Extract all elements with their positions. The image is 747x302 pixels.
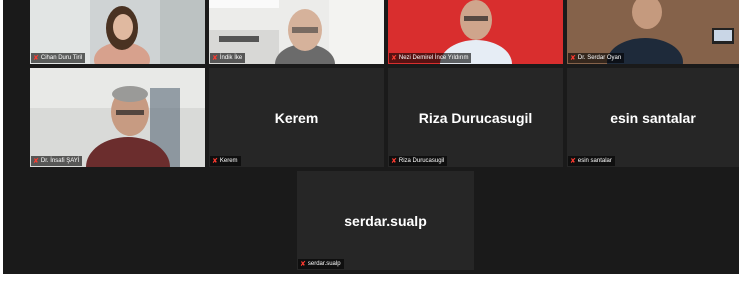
mic-muted-icon: ✘ <box>33 54 39 62</box>
mic-muted-icon: ✘ <box>570 54 576 62</box>
participant-name: Riza Durucasugil <box>398 158 445 164</box>
participant-display-name: esin santalar <box>610 109 696 126</box>
mic-muted-icon: ✘ <box>391 54 397 62</box>
participant-name-tag: ✘ Nezi Demirel İnce Yıldırım <box>389 53 472 63</box>
participant-name: esin santalar <box>577 158 612 164</box>
participant-name: Dr. Serdar Oyan <box>577 55 622 61</box>
participant-name: Kerem <box>219 158 238 164</box>
participant-name-tag: ✘ Dr. İnsafi ŞAYİ <box>31 156 83 166</box>
video-tile-serdar-oyan[interactable]: ✘ Dr. Serdar Oyan <box>567 0 739 64</box>
video-tile-cihan[interactable]: ✘ Cihan Duru Tiril <box>30 0 205 64</box>
video-tile-nezi[interactable]: ✘ Nezi Demirel İnce Yıldırım <box>388 0 563 64</box>
participant-name-tag: ✘ serdar.sualp <box>298 259 344 269</box>
participant-display-name: Riza Durucasugil <box>418 109 533 126</box>
participant-name-tag: ✘ İndik İke <box>210 53 246 63</box>
video-tile-esin[interactable]: esin santalar ✘ esin santalar <box>567 68 739 167</box>
video-tile-kerem[interactable]: Kerem ✘ Kerem <box>209 68 384 167</box>
video-tile-indik[interactable]: ✘ İndik İke <box>209 0 384 64</box>
participant-name: Dr. İnsafi ŞAYİ <box>40 158 80 164</box>
video-tile-insafi[interactable]: ✘ Dr. İnsafi ŞAYİ <box>30 68 205 167</box>
video-tile-serdar-sualp[interactable]: serdar.sualp ✘ serdar.sualp <box>297 171 474 270</box>
participant-name-tag: ✘ esin santalar <box>568 156 615 166</box>
participant-name-tag: ✘ Kerem <box>210 156 241 166</box>
participant-name-tag: ✘ Riza Durucasugil <box>389 156 448 166</box>
participant-display-name: serdar.sualp <box>344 212 427 229</box>
participant-name-tag: ✘ Dr. Serdar Oyan <box>568 53 625 63</box>
mic-muted-icon: ✘ <box>212 157 218 165</box>
participant-video <box>30 68 205 167</box>
participant-name: İndik İke <box>219 55 243 61</box>
mic-muted-icon: ✘ <box>570 157 576 165</box>
video-tile-riza[interactable]: Riza Durucasugil ✘ Riza Durucasugil <box>388 68 563 167</box>
mic-muted-icon: ✘ <box>300 260 306 268</box>
gallery-view: ✘ Cihan Duru Tiril ✘ İndik İke ✘ Nezi De… <box>3 0 739 274</box>
participant-name-tag: ✘ Cihan Duru Tiril <box>31 53 86 63</box>
participant-name: serdar.sualp <box>307 261 341 267</box>
mic-muted-icon: ✘ <box>212 54 218 62</box>
mic-muted-icon: ✘ <box>33 157 39 165</box>
mic-muted-icon: ✘ <box>391 157 397 165</box>
participant-name: Nezi Demirel İnce Yıldırım <box>398 55 469 61</box>
participant-name: Cihan Duru Tiril <box>40 55 83 61</box>
participant-display-name: Kerem <box>274 109 319 126</box>
